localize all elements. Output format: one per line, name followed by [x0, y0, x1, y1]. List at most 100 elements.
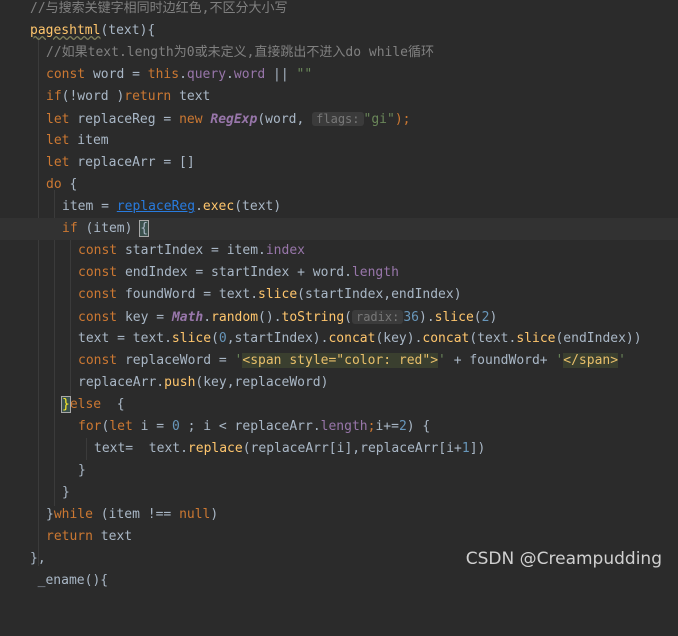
keyword: for [78, 419, 102, 434]
code-text: let replaceReg = new RegExp(word, flags:… [46, 108, 410, 131]
code-line[interactable]: const endIndex = startIndex + word.lengt… [0, 262, 678, 284]
watermark: CSDN @Creampudding [465, 549, 662, 569]
keyword: null [179, 507, 211, 522]
keyword: do [46, 177, 62, 192]
method: replace [187, 441, 243, 456]
token: item [69, 133, 109, 148]
method: toString [281, 310, 345, 325]
code-line[interactable]: do { [0, 174, 678, 196]
token: . [226, 67, 234, 82]
code-line[interactable]: const foundWord = text.slice(startIndex,… [0, 284, 678, 306]
keyword: return [124, 89, 172, 104]
method: push [164, 375, 196, 390]
token: (word, [257, 112, 313, 127]
property: query [186, 67, 227, 82]
token: (item !== [92, 507, 180, 522]
method: concat [328, 331, 376, 346]
token: ) [210, 507, 219, 522]
code-text: text= text.replace(replaceArr[i],replace… [94, 438, 485, 460]
code-line[interactable]: const replaceWord = '<span style="color:… [0, 350, 678, 372]
code-text: } [62, 485, 70, 500]
token: ]) [469, 441, 486, 456]
token: text = text. [78, 331, 172, 346]
code-line[interactable]: }else { [0, 394, 678, 416]
token: } [46, 507, 54, 522]
method: concat [422, 331, 470, 346]
code-text: if (item) { [62, 218, 150, 240]
token: (text. [469, 331, 517, 346]
code-line[interactable]: } [0, 482, 678, 504]
token: i+= [375, 419, 399, 434]
keyword: if [62, 221, 78, 236]
token: ( [473, 310, 482, 325]
code-line[interactable]: if(!word )return text [0, 86, 678, 108]
code-line[interactable]: let item [0, 130, 678, 152]
code-line[interactable]: }while (item !== null) [0, 504, 678, 526]
token: + foundWord+ [445, 353, 556, 368]
keyword: while [53, 507, 93, 522]
keyword: const [46, 67, 86, 82]
keyword: const [78, 265, 118, 280]
keyword: let [46, 155, 70, 170]
code-line[interactable]: //与搜索关键字相同时边红色,不区分大小写 [0, 0, 678, 20]
code-line-current[interactable]: if (item) { [0, 218, 678, 240]
code-text: }, [30, 551, 46, 566]
token: ). [419, 310, 435, 325]
keyword: this [147, 67, 180, 82]
number: 1 [461, 441, 470, 456]
property: length [351, 265, 399, 280]
symbol-link[interactable]: replaceReg [117, 199, 195, 214]
parameter-hint: flags: [312, 112, 364, 126]
token: (text) [234, 199, 282, 214]
code-line[interactable]: text= text.replace(replaceArr[i],replace… [0, 438, 678, 460]
matched-brace: } [61, 396, 71, 413]
code-line[interactable]: item = replaceReg.exec(text) [0, 196, 678, 218]
keyword: const [78, 243, 118, 258]
code-line[interactable]: replaceArr.push(key,replaceWord) [0, 372, 678, 394]
code-text: const replaceWord = '<span style="color:… [78, 350, 626, 372]
keyword: const [78, 310, 118, 325]
code-editor[interactable]: //与搜索关键字相同时边红色,不区分大小写 pageshtml(text){ /… [0, 0, 678, 588]
code-line[interactable]: pageshtml(text){ [0, 20, 678, 42]
token: (startIndex,endIndex) [297, 287, 462, 302]
method: slice [434, 310, 474, 325]
token: . [203, 310, 212, 325]
code-text: }else { [61, 394, 125, 416]
token: (item) [77, 221, 141, 236]
method: exec [202, 199, 235, 214]
number: 36 [403, 310, 419, 325]
class-name: Math [171, 310, 204, 325]
code-line[interactable]: text = text.slice(0,startIndex).concat(k… [0, 328, 678, 350]
code-line[interactable]: let replaceArr = [] [0, 152, 678, 174]
code-line[interactable]: const word = this.query.word || "" [0, 64, 678, 86]
token: ( [211, 331, 219, 346]
code-line[interactable]: for(let i = 0 ; i < replaceArr.length;i+… [0, 416, 678, 438]
number: 0 [218, 331, 227, 346]
token: { [61, 177, 78, 192]
html-fragment: <span style="color: red"> [242, 353, 439, 368]
code-line[interactable]: let replaceReg = new RegExp(word, flags:… [0, 108, 678, 130]
comment: //如果text.length为0或未定义,直接跳出不进入do while循环 [46, 45, 435, 60]
code-line[interactable]: const startIndex = item.index [0, 240, 678, 262]
class-name: RegExp [210, 112, 258, 127]
code-line[interactable]: } [0, 460, 678, 482]
code-text: _ename(){ [22, 573, 109, 588]
code-line[interactable]: _ename(){ [0, 570, 678, 592]
signature-rest: (text){ [100, 23, 156, 38]
function-name: pageshtml [30, 23, 101, 38]
code-text: let replaceArr = [] [46, 152, 195, 174]
code-text: const word = this.query.word || "" [46, 64, 312, 86]
token: (). [258, 310, 282, 325]
token: startIndex = item. [117, 243, 266, 258]
html-fragment: </span> [563, 353, 619, 368]
code-line[interactable]: //如果text.length为0或未定义,直接跳出不进入do while循环 [0, 42, 678, 64]
code-text: const endIndex = startIndex + word.lengt… [78, 262, 399, 284]
token: (key,replaceWord) [195, 375, 329, 390]
code-text: if(!word )return text [46, 86, 210, 108]
token: item = [62, 199, 117, 214]
code-line[interactable]: return text [0, 526, 678, 548]
keyword: const [78, 353, 118, 368]
token: . [179, 67, 187, 82]
code-text: const startIndex = item.index [78, 240, 305, 262]
code-line[interactable]: const key = Math.random().toString(radix… [0, 306, 678, 328]
